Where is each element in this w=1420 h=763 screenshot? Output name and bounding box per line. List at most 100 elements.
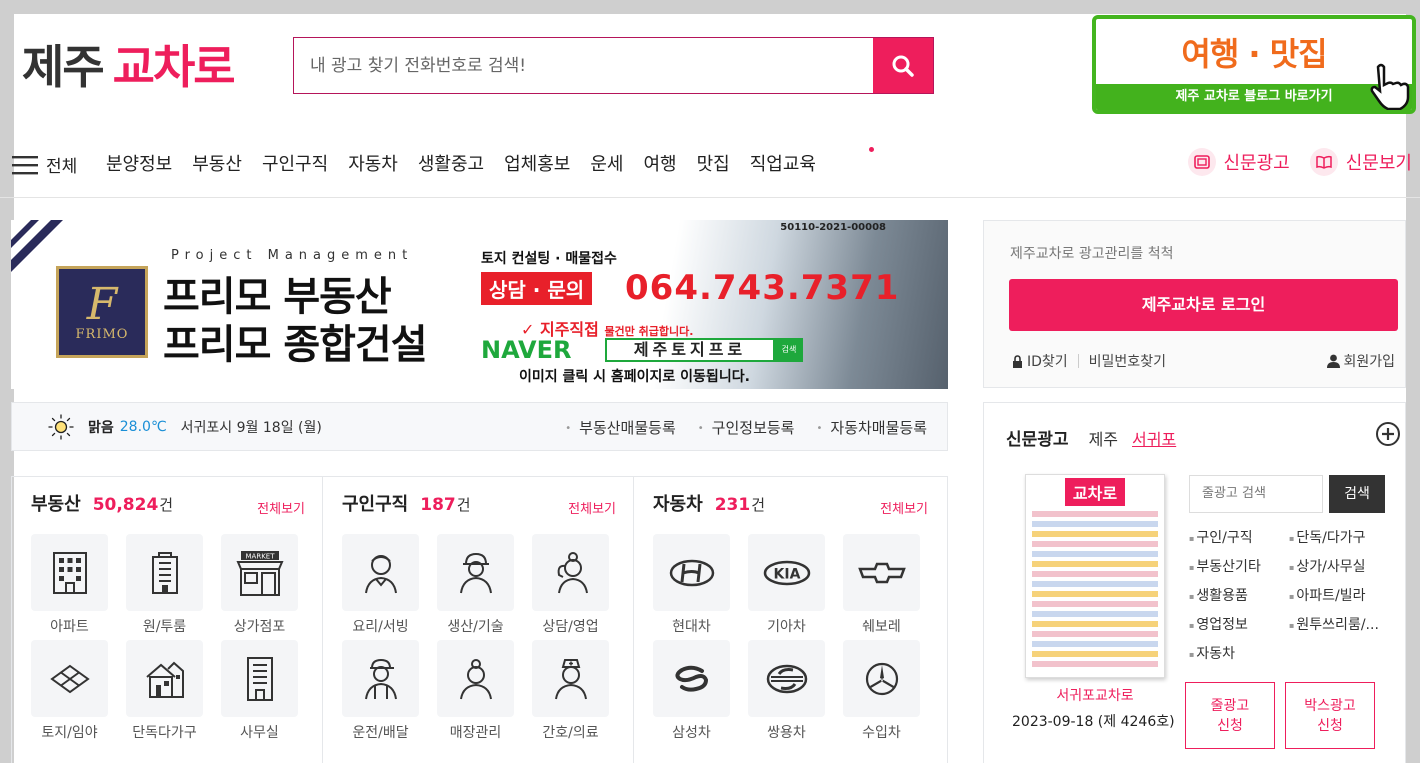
category-tile-consult-sales[interactable]: 상담/영업 <box>532 534 609 640</box>
tab-seogwipo[interactable]: 서귀포 <box>1132 426 1176 450</box>
find-password-link[interactable]: 비밀번호찾기 <box>1089 351 1166 371</box>
nav-item-travel[interactable]: 여행 <box>644 150 677 176</box>
signup-link[interactable]: 회원가입 <box>1327 351 1395 371</box>
signup-label: 회원가입 <box>1343 354 1395 370</box>
plus-circle-icon[interactable] <box>1375 421 1401 447</box>
search-input[interactable] <box>294 38 873 93</box>
category-tile-hyundai[interactable]: 현대차 <box>653 534 730 640</box>
category-tile-kia[interactable]: KIA 기아차 <box>748 534 825 640</box>
frimo-ad-banner[interactable]: F FRIMO Project Management 프리모 부동산 프리모 종… <box>11 220 948 389</box>
classified-link[interactable]: 아파트/빌라 <box>1289 585 1385 605</box>
category-count: 187 <box>420 495 456 515</box>
category-tile-apartment[interactable]: 아파트 <box>31 534 108 640</box>
newspaper-panel: 신문광고 제주 서귀포 교차로 서귀포교차로 2023-09-18 (제 424… <box>983 402 1406 763</box>
view-all-link[interactable]: 전체보기 <box>568 498 616 517</box>
tile-label: 수입차 <box>862 725 901 741</box>
office-icon <box>246 656 273 701</box>
classified-link[interactable]: 구인/구직 <box>1189 527 1285 547</box>
classified-link[interactable]: 단독/다가구 <box>1289 527 1385 547</box>
category-panels: 부동산 50,824 건 전체보기 아파트 원/투룸 MARKET 상가점포 토… <box>11 476 948 763</box>
category-tile-house[interactable]: 단독다가구 <box>126 640 203 746</box>
category-count-unit: 건 <box>456 496 471 514</box>
classified-link[interactable]: 생활용품 <box>1189 585 1285 605</box>
category-tile-nursing-medical[interactable]: 간호/의료 <box>532 640 609 746</box>
logo-text-jeju: 제주 <box>22 40 105 94</box>
category-title: 구인구직 <box>342 494 409 515</box>
find-id-link[interactable]: ID찾기 <box>1012 351 1068 371</box>
tile-label: 삼성차 <box>672 725 711 741</box>
nav-item-business-promo[interactable]: 업체홍보 <box>504 150 570 176</box>
nav-item-restaurants[interactable]: 맛집 <box>697 150 730 176</box>
classified-link[interactable]: 부동산기타 <box>1189 556 1285 576</box>
newspaper-ad-link[interactable]: 신문광고 <box>1187 148 1290 176</box>
category-tile-cooking-serving[interactable]: 요리/서빙 <box>342 534 419 640</box>
register-job-link[interactable]: 구인정보등록 <box>698 417 795 438</box>
classified-link[interactable]: 상가/사무실 <box>1289 556 1385 576</box>
view-all-link[interactable]: 전체보기 <box>257 498 305 517</box>
ad-registration-number: 50110-2021-00008 <box>780 222 886 233</box>
category-tile-driving-delivery[interactable]: 운전/배달 <box>342 640 419 746</box>
login-button[interactable]: 제주교차로 로그인 <box>1009 279 1398 331</box>
nav-item-real-estate[interactable]: 부동산 <box>192 150 242 176</box>
classified-link[interactable]: 영업정보 <box>1189 614 1285 634</box>
newspaper-page-content <box>1032 511 1158 671</box>
call-agent-icon <box>557 551 588 593</box>
category-tile-chevrolet[interactable]: 쉐보레 <box>843 534 920 640</box>
tile-label: 생산/기술 <box>447 619 504 635</box>
view-all-link[interactable]: 전체보기 <box>880 498 928 517</box>
newspaper-thumbnail[interactable]: 교차로 <box>1025 474 1165 678</box>
nav-item-cars[interactable]: 자동차 <box>348 150 398 176</box>
category-tile-production-tech[interactable]: 생산/기술 <box>437 534 514 640</box>
tile-label: 상가점포 <box>233 619 286 635</box>
site-logo[interactable]: 제주 교차로 <box>22 34 236 94</box>
tab-jeju[interactable]: 제주 <box>1089 426 1118 450</box>
tile-label: 간호/의료 <box>542 725 599 741</box>
ad-direct-sub: 물건만 취급합니다. <box>604 325 694 338</box>
category-tile-land[interactable]: 토지/임야 <box>31 640 108 746</box>
classified-category-list: 구인/구직 단독/다가구 부동산기타 상가/사무실 생활용품 아파트/빌라 영업… <box>1189 527 1389 663</box>
search-icon <box>892 55 914 77</box>
tile-label: 매장관리 <box>449 725 502 741</box>
nav-item-fortune[interactable]: 운세 <box>590 150 623 176</box>
nav-item-used-goods[interactable]: 생활중고 <box>418 150 484 176</box>
box-ad-apply-button[interactable]: 박스광고 신청 <box>1285 682 1375 749</box>
driver-cap-icon <box>364 658 397 699</box>
nav-item-jobs[interactable]: 구인구직 <box>262 150 328 176</box>
nav-item-sale-info[interactable]: 분양정보 <box>106 150 172 176</box>
classified-link[interactable]: 자동차 <box>1189 643 1285 663</box>
nurse-icon <box>554 658 587 699</box>
user-icon <box>1327 354 1341 368</box>
line-ad-apply-line1: 줄광고 <box>1210 697 1250 714</box>
nav-item-job-training[interactable]: 직업교육 <box>750 150 816 176</box>
samsung-car-logo-icon <box>674 665 708 692</box>
register-car-link[interactable]: 자동차매물등록 <box>816 417 927 438</box>
newspaper-ad-label: 신문광고 <box>1223 153 1290 174</box>
category-tile-store-management[interactable]: 매장관리 <box>437 640 514 746</box>
lock-icon <box>1013 354 1022 368</box>
classified-search-button[interactable]: 검색 <box>1329 475 1385 513</box>
blog-banner[interactable]: 여행 · 맛집 제주 교차로 블로그 바로가기 <box>1092 15 1416 114</box>
category-tile-one-two-room[interactable]: 원/투룸 <box>126 534 203 640</box>
newspaper-masthead: 교차로 <box>1064 478 1126 506</box>
line-ad-apply-button[interactable]: 줄광고 신청 <box>1185 682 1275 749</box>
waiter-icon <box>364 554 397 593</box>
search-button[interactable] <box>873 38 933 93</box>
category-tile-imported[interactable]: 수입차 <box>843 640 920 746</box>
category-tile-office[interactable]: 사무실 <box>221 640 298 746</box>
category-title: 부동산 <box>31 494 81 515</box>
category-tile-ssangyong[interactable]: 쌍용차 <box>748 640 825 746</box>
box-ad-apply-line2: 신청 <box>1317 717 1343 734</box>
category-cars: 자동차 231 건 전체보기 현대차 KIA 기아차 쉐보레 삼성차 쌍용차 수… <box>634 477 945 763</box>
hamburger-icon <box>12 155 38 174</box>
apartment-icon <box>52 551 87 594</box>
classified-search-input[interactable]: 줄광고 검색 <box>1189 475 1323 513</box>
newspaper-view-link[interactable]: 신문보기 <box>1309 148 1412 176</box>
building-icon <box>151 551 178 594</box>
svg-text:KIA: KIA <box>773 566 800 582</box>
newspaper-name[interactable]: 서귀포교차로 <box>1025 685 1165 705</box>
classified-link[interactable]: 원투쓰리룸/... <box>1289 614 1385 634</box>
register-real-estate-link[interactable]: 부동산매물등록 <box>565 417 676 438</box>
category-tile-store[interactable]: MARKET 상가점포 <box>221 534 298 640</box>
all-menu-button[interactable]: 전체 <box>12 152 77 177</box>
category-tile-samsung[interactable]: 삼성차 <box>653 640 730 746</box>
